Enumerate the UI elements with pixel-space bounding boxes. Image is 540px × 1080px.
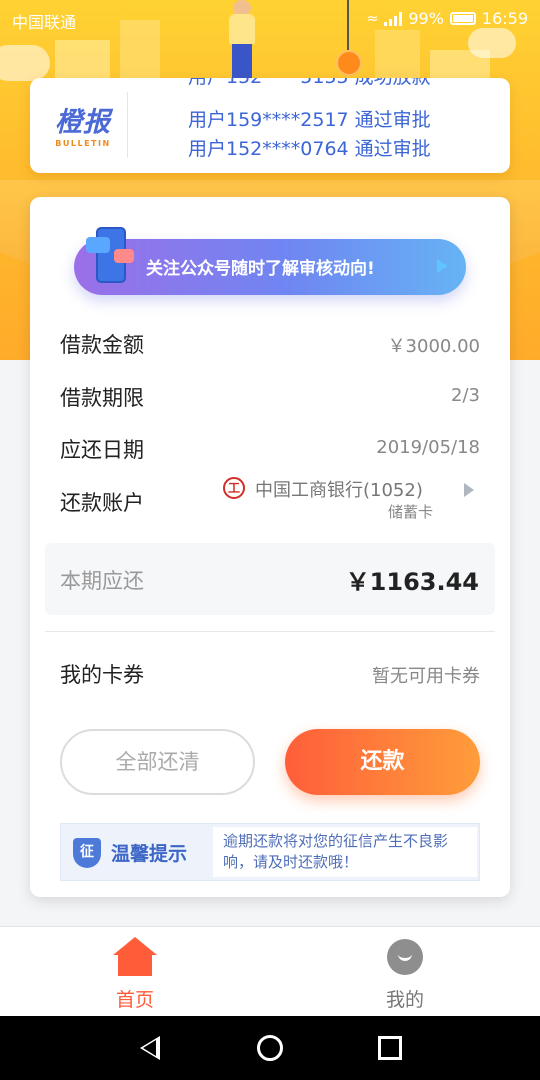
phone-chat-icon xyxy=(86,227,134,287)
tab-mine[interactable]: 我的 xyxy=(345,927,465,1017)
bulletin-logo-cn: 橙报 xyxy=(55,107,111,138)
loan-amount-value: ￥3000.00 xyxy=(387,336,480,357)
clock: 16:59 xyxy=(481,9,528,28)
bank-name: 中国工商银行(1052) xyxy=(255,480,423,501)
bulletin-logo: 橙报 BULLETIN xyxy=(42,100,124,148)
current-due-box: 本期应还 ￥1163.44 xyxy=(45,543,495,615)
cloud-shape xyxy=(0,45,50,81)
home-circle-icon[interactable] xyxy=(257,1035,283,1061)
loan-amount-row: 借款金额 ￥3000.00 xyxy=(60,327,480,359)
bulletin-logo-en: BULLETIN xyxy=(55,139,111,148)
tip-body: 逾期还款将对您的征信产生不良影响，请及时还款哦！ xyxy=(213,827,477,877)
home-icon xyxy=(113,937,157,977)
due-date-label: 应还日期 xyxy=(60,438,144,462)
loan-amount-label: 借款金额 xyxy=(60,333,144,357)
shield-icon: 征 xyxy=(73,838,101,868)
coupon-label: 我的卡券 xyxy=(60,663,144,687)
status-bar: 中国联通 ≈ 99% 16:59 xyxy=(0,0,540,38)
bottom-tab-bar: 首页 我的 xyxy=(0,926,540,1016)
repay-all-button[interactable]: 全部还清 xyxy=(60,729,255,795)
card-type: 储蓄卡 xyxy=(388,503,434,521)
coin-icon xyxy=(336,50,362,76)
recent-apps-icon[interactable] xyxy=(378,1036,402,1060)
status-indicators: ≈ 99% 16:59 xyxy=(367,9,528,28)
warm-tip: 征 温馨提示 逾期还款将对您的征信产生不良影响，请及时还款哦！ xyxy=(60,823,480,881)
bulletin-ticker: 用户152****5155 成功放款 用户159****2517 通过审批 用户… xyxy=(188,78,488,173)
arrow-right-icon xyxy=(437,259,448,273)
current-due-value: ￥1163.44 xyxy=(345,568,479,596)
loan-term-label: 借款期限 xyxy=(60,386,144,410)
tip-title: 温馨提示 xyxy=(111,843,188,865)
profile-icon xyxy=(387,939,423,975)
loan-term-value: 2/3 xyxy=(451,385,480,406)
back-icon-inner xyxy=(143,1040,156,1056)
tab-mine-label: 我的 xyxy=(385,989,424,1011)
repay-button[interactable]: 还款 xyxy=(285,729,480,795)
divider xyxy=(45,631,495,632)
repayment-account-label: 还款账户 xyxy=(60,491,144,515)
divider xyxy=(127,92,128,158)
coupon-row[interactable]: 我的卡券 暂无可用卡券 xyxy=(60,657,480,689)
wifi-icon: ≈ xyxy=(366,10,379,27)
signal-icon xyxy=(384,11,403,26)
tab-home-label: 首页 xyxy=(115,989,154,1011)
due-date-row: 应还日期 2019/05/18 xyxy=(60,432,480,464)
battery-percent: 99% xyxy=(408,9,444,28)
tab-home[interactable]: 首页 xyxy=(75,927,195,1017)
bulletin-item: 用户152****5155 成功放款 xyxy=(188,78,431,89)
repayment-card: 关注公众号随时了解审核动向! 借款金额 ￥3000.00 借款期限 2/3 应还… xyxy=(30,197,510,897)
banner-text: 关注公众号随时了解审核动向! xyxy=(146,259,375,279)
bank-logo-icon: 工 xyxy=(223,477,245,499)
repayment-account-row[interactable]: 还款账户 工 中国工商银行(1052) 储蓄卡 xyxy=(60,477,480,533)
system-nav-bar xyxy=(0,1016,540,1080)
battery-icon xyxy=(449,12,476,25)
chevron-right-icon xyxy=(464,483,474,497)
current-due-label: 本期应还 xyxy=(60,569,144,593)
bulletin-item: 用户152****0764 通过审批 xyxy=(188,138,431,160)
coupon-value: 暂无可用卡券 xyxy=(372,666,480,687)
carrier-label: 中国联通 xyxy=(12,13,77,32)
bulletin-item: 用户159****2517 通过审批 xyxy=(188,109,431,131)
due-date-value: 2019/05/18 xyxy=(376,437,480,458)
bulletin-card[interactable]: 橙报 BULLETIN 用户152****5155 成功放款 用户159****… xyxy=(30,78,510,173)
tip-text: 逾期还款将对您的征信产生不良影响，请及时还款哦！ xyxy=(223,832,449,871)
loan-term-row: 借款期限 2/3 xyxy=(60,380,480,412)
